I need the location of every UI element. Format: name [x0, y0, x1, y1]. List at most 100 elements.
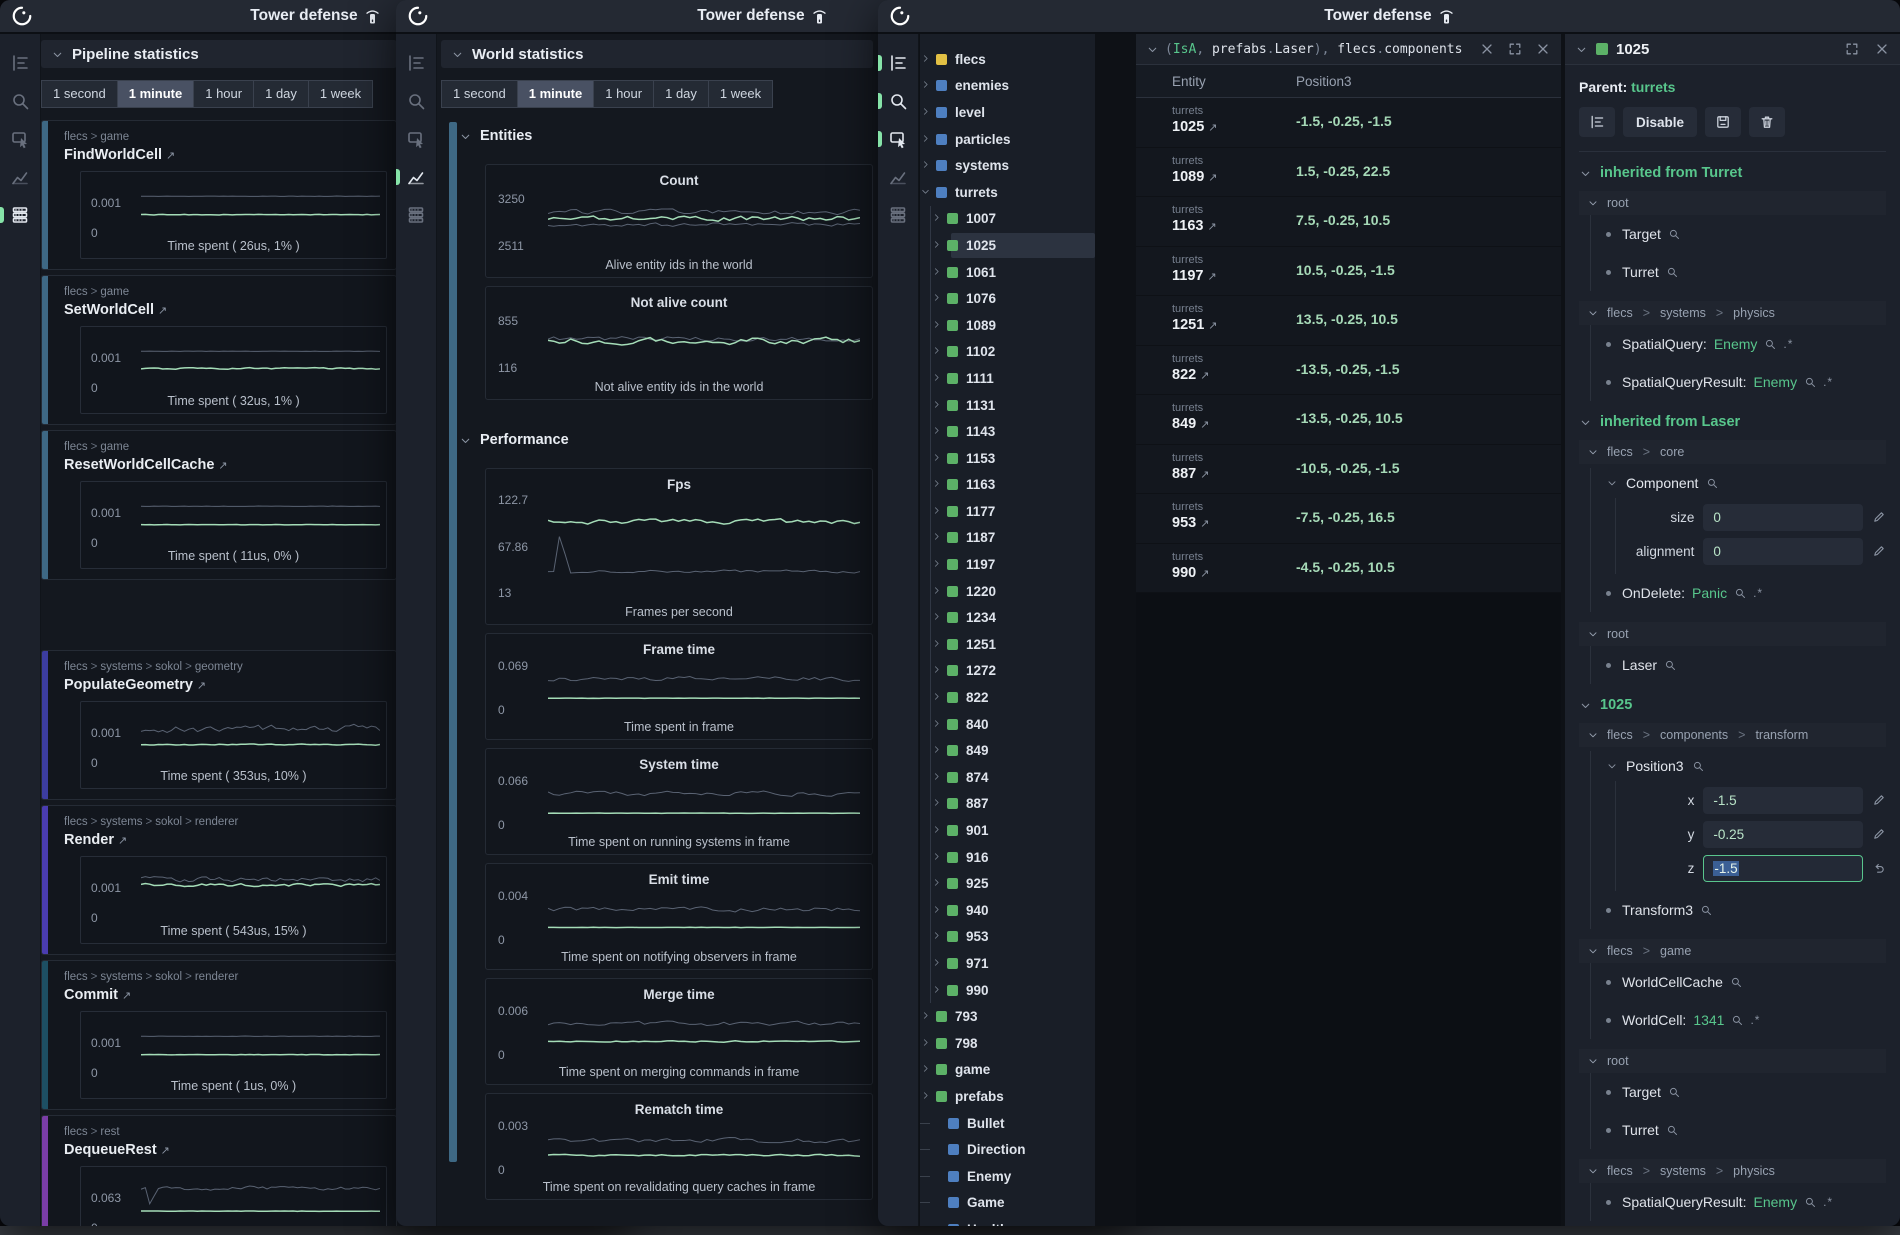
component-value-link[interactable]: Enemy: [1754, 1194, 1798, 1210]
chart-icon[interactable]: [0, 158, 40, 196]
clear-query-icon[interactable]: [1479, 41, 1495, 57]
component-WorldCell[interactable]: WorldCell:1341.*: [1606, 1001, 1886, 1039]
entity-id[interactable]: 1025↗: [1172, 119, 1217, 135]
entity-id[interactable]: 887↗: [1172, 466, 1209, 482]
entity-id[interactable]: 849↗: [1172, 416, 1209, 432]
edit-pencil-icon[interactable]: [1872, 510, 1886, 524]
query-row-1197[interactable]: turrets1197↗10.5, -0.25, -1.5: [1136, 247, 1561, 297]
chevron-right-icon[interactable]: [931, 983, 941, 998]
entity-id[interactable]: 822↗: [1172, 367, 1209, 383]
search-component-icon[interactable]: [1668, 228, 1680, 240]
open-link-icon[interactable]: ↗: [1200, 370, 1209, 382]
save-button[interactable]: [1705, 107, 1741, 137]
inspector-section-1025[interactable]: 1025: [1579, 697, 1886, 713]
chevron-down-icon[interactable]: [920, 185, 930, 200]
section-header-Performance[interactable]: Performance: [459, 426, 873, 454]
search-component-icon[interactable]: [1804, 1196, 1816, 1208]
tree-item-887[interactable]: 887: [931, 791, 1095, 818]
fullscreen-icon[interactable]: [1844, 41, 1860, 57]
open-link-icon[interactable]: ↗: [166, 150, 175, 162]
system-name[interactable]: ResetWorldCellCache↗: [64, 457, 228, 473]
chevron-right-icon[interactable]: [920, 132, 930, 147]
component-group-flecs-game[interactable]: flecs>game: [1579, 939, 1886, 963]
open-link-icon[interactable]: ↗: [1207, 271, 1216, 283]
chart-icon[interactable]: [396, 158, 436, 196]
tree-item-953[interactable]: 953: [931, 924, 1095, 951]
search-component-icon[interactable]: [1764, 338, 1776, 350]
world-panel-header[interactable]: World statistics: [441, 40, 873, 68]
search-component-icon[interactable]: [1706, 477, 1718, 489]
tree-item-793[interactable]: 793: [920, 1003, 1095, 1030]
stats-icon[interactable]: [0, 196, 40, 234]
component-value-link[interactable]: Enemy: [1754, 374, 1798, 390]
tree-item-systems[interactable]: systems: [920, 152, 1095, 179]
query-row-1163[interactable]: turrets1163↗7.5, -0.25, 10.5: [1136, 197, 1561, 247]
chevron-down-icon[interactable]: [1575, 43, 1588, 56]
query-expression[interactable]: (IsA, prefabs.Laser), flecs.components: [1165, 42, 1467, 57]
chevron-right-icon[interactable]: [920, 105, 930, 120]
component-Position3[interactable]: Position3: [1606, 751, 1886, 781]
system-name[interactable]: FindWorldCell↗: [64, 147, 175, 163]
chart-icon[interactable]: [878, 158, 918, 196]
pair-wildcard-icon[interactable]: .*: [1750, 1013, 1760, 1027]
open-link-icon[interactable]: ↗: [218, 460, 227, 472]
chevron-right-icon[interactable]: [931, 850, 941, 865]
edit-pencil-icon[interactable]: [1872, 827, 1886, 841]
disable-button[interactable]: Disable: [1623, 107, 1697, 137]
pair-wildcard-icon[interactable]: .*: [1753, 586, 1763, 600]
search-component-icon[interactable]: [1804, 376, 1816, 388]
component-Laser[interactable]: Laser: [1606, 646, 1886, 684]
tree-item-Game[interactable]: Game: [920, 1190, 1095, 1217]
search-component-icon[interactable]: [1692, 760, 1704, 772]
tree-item-916[interactable]: 916: [931, 844, 1095, 871]
chevron-right-icon[interactable]: [920, 52, 930, 67]
component-Turret[interactable]: Turret: [1606, 1111, 1886, 1149]
section-header-Entities[interactable]: Entities: [459, 122, 873, 150]
component-group-flecs-core[interactable]: flecs>core: [1579, 440, 1886, 464]
tree-item-1220[interactable]: 1220: [931, 578, 1095, 605]
field-input[interactable]: -1.5: [1703, 855, 1863, 882]
component-group-flecs-systems-physics[interactable]: flecs>systems>physics: [1579, 301, 1886, 325]
tree-item-flecs[interactable]: flecs: [920, 46, 1095, 73]
tree-item-1251[interactable]: 1251: [931, 631, 1095, 658]
chevron-right-icon[interactable]: [931, 823, 941, 838]
open-link-icon[interactable]: ↗: [1208, 122, 1217, 134]
entity-id[interactable]: 1163↗: [1172, 218, 1217, 234]
chevron-right-icon[interactable]: [931, 557, 941, 572]
component-OnDelete[interactable]: OnDelete:Panic.*: [1606, 574, 1886, 612]
chevron-right-icon[interactable]: [931, 318, 941, 333]
pair-wildcard-icon[interactable]: .*: [1823, 1195, 1833, 1209]
tree-item-1131[interactable]: 1131: [931, 392, 1095, 419]
pipeline-panel-header[interactable]: Pipeline statistics: [41, 40, 397, 68]
tab-1-minute[interactable]: 1 minute: [518, 81, 594, 107]
search-component-icon[interactable]: [1664, 659, 1676, 671]
chevron-right-icon[interactable]: [931, 929, 941, 944]
search-icon[interactable]: [396, 82, 436, 120]
tree-item-971[interactable]: 971: [931, 950, 1095, 977]
tree-item-1143[interactable]: 1143: [931, 418, 1095, 445]
tree-icon[interactable]: [0, 44, 40, 82]
query-row-822[interactable]: turrets822↗-13.5, -0.25, -1.5: [1136, 346, 1561, 396]
column-entity[interactable]: Entity: [1172, 74, 1296, 89]
fullscreen-icon[interactable]: [1507, 41, 1523, 57]
chevron-right-icon[interactable]: [931, 717, 941, 732]
component-value-link[interactable]: Panic: [1692, 585, 1727, 601]
tree-item-874[interactable]: 874: [931, 764, 1095, 791]
undo-icon[interactable]: [1872, 861, 1886, 875]
tree-item-1234[interactable]: 1234: [931, 604, 1095, 631]
edit-pencil-icon[interactable]: [1872, 793, 1886, 807]
tree-item-1187[interactable]: 1187: [931, 525, 1095, 552]
system-name[interactable]: PopulateGeometry↗: [64, 677, 206, 693]
component-group-root[interactable]: root: [1579, 191, 1886, 215]
tree-item-turrets[interactable]: turrets: [920, 179, 1095, 206]
chevron-right-icon[interactable]: [931, 371, 941, 386]
entity-id[interactable]: 953↗: [1172, 515, 1209, 531]
chevron-right-icon[interactable]: [920, 1089, 930, 1104]
tree-item-prefabs[interactable]: prefabs: [920, 1083, 1095, 1110]
tree-item-enemies[interactable]: enemies: [920, 73, 1095, 100]
component-Target[interactable]: Target: [1606, 1073, 1886, 1111]
tree-item-1272[interactable]: 1272: [931, 658, 1095, 685]
tree-item-1007[interactable]: 1007: [931, 206, 1095, 233]
tree-item-1163[interactable]: 1163: [931, 472, 1095, 499]
tab-1-day[interactable]: 1 day: [254, 81, 309, 107]
